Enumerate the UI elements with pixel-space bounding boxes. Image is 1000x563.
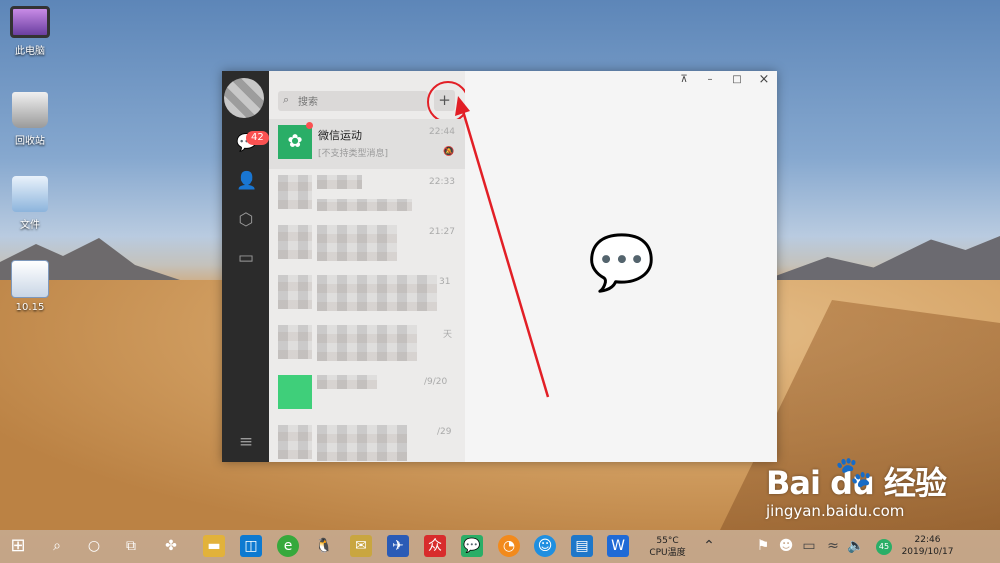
wps-icon[interactable]: W	[607, 535, 629, 557]
chevron-up-icon[interactable]: ⌃	[698, 535, 720, 557]
task-view-icon[interactable]: ⧉	[120, 535, 142, 557]
qq-icon[interactable]: 🐧	[313, 535, 335, 557]
battery-icon[interactable]: ▭	[798, 535, 820, 557]
app-icon[interactable]: ☺	[534, 535, 556, 557]
browser-icon[interactable]: e	[277, 535, 299, 557]
cpu-temp: 55°C	[656, 536, 679, 546]
cortana-icon[interactable]: ○	[83, 535, 105, 557]
wechat-taskbar-icon[interactable]: 💬	[461, 535, 483, 557]
app-icon[interactable]: ▤	[571, 535, 593, 557]
watermark-sub: jingyan.baidu.com	[766, 502, 905, 520]
store-icon[interactable]: ◫	[240, 535, 262, 557]
app-icon[interactable]: ✈	[387, 535, 409, 557]
clock-time[interactable]: 22:46	[895, 535, 960, 546]
volume-icon[interactable]: 🔈	[845, 535, 867, 557]
search-icon[interactable]: ⌕	[46, 535, 68, 557]
app-icon[interactable]: 众	[424, 535, 446, 557]
clock-date[interactable]: 2019/10/17	[895, 547, 960, 558]
pinwheel-app-icon[interactable]: ✤	[160, 535, 182, 557]
notification-count[interactable]: 45	[876, 539, 892, 555]
wifi-icon[interactable]: ≈	[822, 535, 844, 557]
windows-start-icon[interactable]: ⊞	[7, 535, 29, 557]
file-explorer-icon[interactable]: ▬	[203, 535, 225, 557]
app-icon[interactable]: ✉	[350, 535, 372, 557]
tray-icon[interactable]: ☻	[775, 535, 797, 557]
taskbar: ⊞ ⌕ ○ ⧉ ✤ ▬ ◫ e 🐧 ✉ ✈ 众 💬 ◔ ☺ ▤ W 55°C C…	[0, 530, 1000, 563]
cpu-label: CPU温度	[649, 548, 686, 558]
baidu-paw-icon: 🐾	[835, 455, 873, 490]
tray-icon[interactable]: ⚑	[752, 535, 774, 557]
app-icon[interactable]: ◔	[498, 535, 520, 557]
